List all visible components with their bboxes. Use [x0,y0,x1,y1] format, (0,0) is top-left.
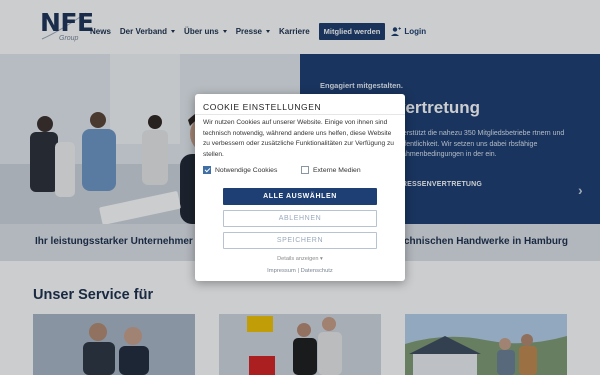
impressum-link[interactable]: Impressum [267,268,296,274]
option-label: Notwendige Cookies [215,166,278,174]
show-details-link[interactable]: Details anzeigen ▾ [195,256,405,262]
option-necessary-cookies[interactable]: Notwendige Cookies [203,166,277,174]
checkbox-unchecked-icon[interactable] [301,166,309,174]
accept-all-button[interactable]: ALLE AUSWÄHLEN [223,188,377,205]
save-button[interactable]: SPEICHERN [223,232,377,249]
option-label: Externe Medien [313,166,361,174]
option-external-media[interactable]: Externe Medien [301,166,361,174]
cookie-consent-dialog: COOKIE EINSTELLUNGEN Wir nutzen Cookies … [195,94,405,281]
divider [195,114,405,115]
datenschutz-link[interactable]: Datenschutz [301,268,333,274]
reject-button[interactable]: ABLEHNEN [223,210,377,227]
cookie-footer-links: Impressum | Datenschutz [195,268,405,274]
cookie-dialog-title: COOKIE EINSTELLUNGEN [203,102,322,112]
checkbox-checked-icon[interactable] [203,166,211,174]
cookie-dialog-text: Wir nutzen Cookies auf unserer Website. … [203,119,394,158]
link-separator: | [297,268,299,274]
